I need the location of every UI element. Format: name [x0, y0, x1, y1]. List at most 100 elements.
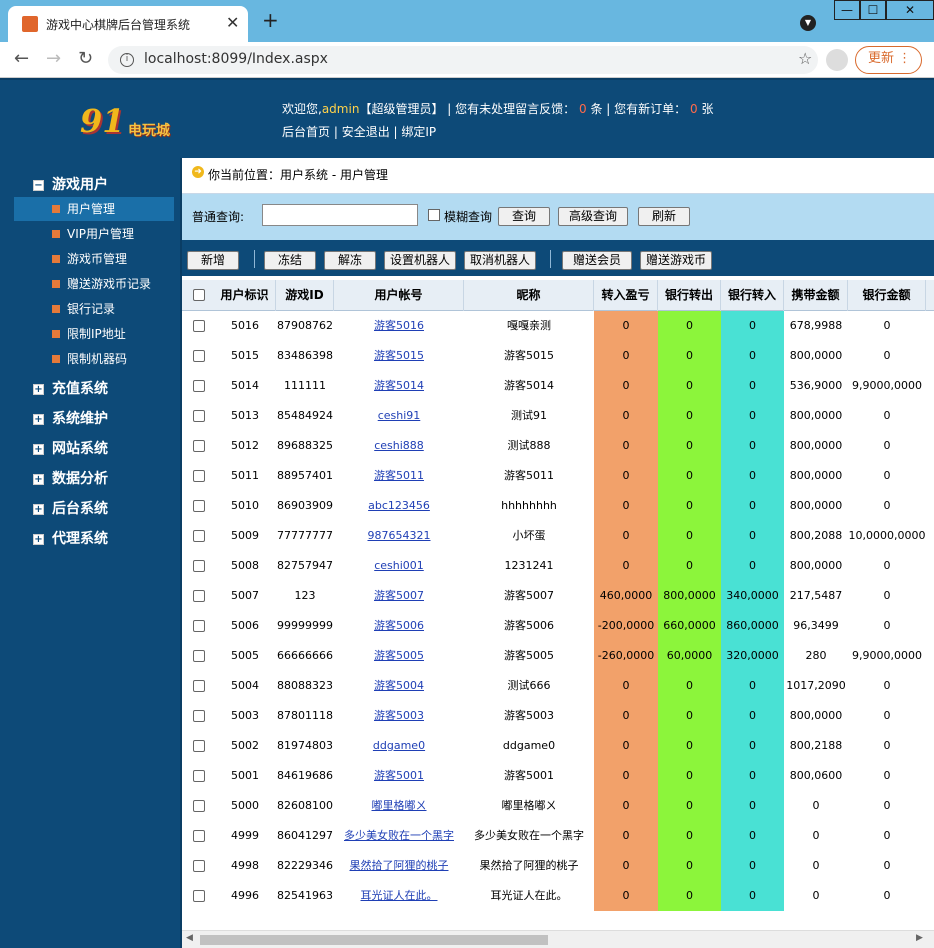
gift-coins-button[interactable]: 赠送游戏币 — [640, 251, 712, 270]
sidebar-item-machine-limits[interactable]: 限制机器码 — [14, 347, 174, 371]
orders-count[interactable]: 0 — [690, 102, 698, 116]
table-row[interactable]: 5004 88088323 游客5004 测试666 0 0 0 1017,2090 0 — [182, 671, 934, 701]
row-checkbox[interactable] — [193, 440, 205, 452]
cell-account[interactable]: ceshi91 — [334, 401, 464, 431]
row-checkbox[interactable] — [193, 410, 205, 422]
scroll-right-icon[interactable]: ▶ — [916, 933, 923, 943]
table-row[interactable]: 5016 87908762 游客5016 嘎嘎亲测 0 0 0 678,9988 0 — [182, 311, 934, 341]
row-checkbox[interactable] — [193, 380, 205, 392]
row-checkbox[interactable] — [193, 710, 205, 722]
table-row[interactable]: 5002 81974803 ddgame0 ddgame0 0 0 0 800,2188 0 — [182, 731, 934, 761]
url-field[interactable]: i localhost:8099/Index.aspx ☆ — [108, 46, 818, 74]
sidebar-item-user-management[interactable]: 用户管理 — [14, 197, 174, 221]
cell-account[interactable]: abc123456 — [334, 491, 464, 521]
table-row[interactable]: 5008 82757947 ceshi001 1231241 0 0 0 800,0000 0 — [182, 551, 934, 581]
browser-tab[interactable]: 游戏中心棋牌后台管理系统 ✕ — [8, 6, 248, 42]
col-game-id[interactable]: 游戏ID — [276, 280, 334, 311]
sidebar-item-vip-users[interactable]: VIP用户管理 — [14, 222, 174, 246]
maximize-button[interactable]: ☐ — [860, 0, 886, 20]
feedback-count[interactable]: 0 — [579, 102, 587, 116]
cell-account[interactable]: ceshi888 — [334, 431, 464, 461]
row-checkbox[interactable] — [193, 500, 205, 512]
row-checkbox[interactable] — [193, 350, 205, 362]
close-window-button[interactable]: ✕ — [886, 0, 934, 20]
col-bank-in[interactable]: 银行转入 — [721, 280, 784, 311]
col-account[interactable]: 用户帐号 — [334, 280, 464, 311]
bind-ip-link[interactable]: 绑定IP — [401, 125, 436, 139]
set-robot-button[interactable]: 设置机器人 — [384, 251, 456, 270]
cell-account[interactable]: 果然拾了阿狸的桃子 — [334, 851, 464, 881]
minimize-button[interactable]: — — [834, 0, 860, 20]
cell-account[interactable]: ceshi001 — [334, 551, 464, 581]
table-row[interactable]: 4998 82229346 果然拾了阿狸的桃子 果然拾了阿狸的桃子 0 0 0 0 0 — [182, 851, 934, 881]
row-checkbox[interactable] — [193, 830, 205, 842]
sidebar-item-gift-records[interactable]: 赠送游戏币记录 — [14, 272, 174, 296]
cell-account[interactable]: 游客5006 — [334, 611, 464, 641]
row-checkbox[interactable] — [193, 800, 205, 812]
url-text[interactable]: localhost:8099/Index.aspx — [144, 51, 328, 67]
col-user-id[interactable]: 用户标识 — [214, 280, 276, 311]
sidebar-item-bank-records[interactable]: 银行记录 — [14, 297, 174, 321]
sidebar-item-coins[interactable]: 游戏币管理 — [14, 247, 174, 271]
cell-account[interactable]: 游客5004 — [334, 671, 464, 701]
cell-account[interactable]: 游客5014 — [334, 371, 464, 401]
sidebar-group-recharge[interactable]: + 充值系统 — [33, 378, 108, 398]
col-nickname[interactable]: 昵称 — [464, 280, 594, 311]
sidebar-group-game-users[interactable]: − 游戏用户 — [33, 174, 108, 194]
unfreeze-button[interactable]: 解冻 — [324, 251, 376, 270]
info-icon[interactable]: i — [120, 53, 134, 67]
table-row[interactable]: 5003 87801118 游客5003 游客5003 0 0 0 800,0000 0 — [182, 701, 934, 731]
bookmark-star-icon[interactable]: ☆ — [798, 49, 812, 68]
add-button[interactable]: 新增 — [187, 251, 239, 270]
col-carry-amount[interactable]: 携带金额 — [784, 280, 848, 311]
logout-link[interactable]: 安全退出 — [342, 125, 390, 139]
row-checkbox[interactable] — [193, 650, 205, 662]
scroll-left-icon[interactable]: ◀ — [186, 933, 193, 943]
advanced-query-button[interactable]: 高级查询 — [558, 207, 628, 226]
cell-account[interactable]: 游客5001 — [334, 761, 464, 791]
home-link[interactable]: 后台首页 — [282, 125, 330, 139]
cell-account[interactable]: ddgame0 — [334, 731, 464, 761]
profile-avatar[interactable] — [826, 49, 848, 71]
row-checkbox[interactable] — [193, 320, 205, 332]
sidebar-group-maintenance[interactable]: + 系统维护 — [33, 408, 108, 428]
row-checkbox[interactable] — [193, 530, 205, 542]
table-row[interactable]: 5005 66666666 游客5005 游客5005 -260,0000 60,0000… — [182, 641, 934, 671]
update-button[interactable]: 更新 ⋮ — [855, 46, 922, 74]
cell-account[interactable]: 游客5007 — [334, 581, 464, 611]
table-row[interactable]: 5000 82608100 嘟里格嘟ㄨ 嘟里格嘟ㄨ 0 0 0 0 0 — [182, 791, 934, 821]
new-tab-button[interactable]: + — [262, 10, 279, 30]
sidebar-group-website[interactable]: + 网站系统 — [33, 438, 108, 458]
row-checkbox[interactable] — [193, 680, 205, 692]
table-row[interactable]: 5014 111111 游客5014 游客5014 0 0 0 536,9000 9,9000,… — [182, 371, 934, 401]
forward-icon[interactable]: → — [46, 50, 61, 68]
col-transfer-in[interactable]: 转入盈亏 — [594, 280, 658, 311]
col-bank-out[interactable]: 银行转出 — [658, 280, 721, 311]
table-row[interactable]: 4999 86041297 多少美女败在一个黑字 多少美女败在一个黑字 0 0 0 0 0 — [182, 821, 934, 851]
refresh-button[interactable]: 刷新 — [638, 207, 690, 226]
freeze-button[interactable]: 冻结 — [264, 251, 316, 270]
back-icon[interactable]: ← — [14, 50, 29, 68]
cell-account[interactable]: 游客5015 — [334, 341, 464, 371]
table-row[interactable]: 5010 86903909 abc123456 hhhhhhhh 0 0 0 800,0000… — [182, 491, 934, 521]
sidebar-item-ip-limits[interactable]: 限制IP地址 — [14, 322, 174, 346]
table-row[interactable]: 5011 88957401 游客5011 游客5011 0 0 0 800,0000 0 — [182, 461, 934, 491]
table-row[interactable]: 5012 89688325 ceshi888 测试888 0 0 0 800,0000 0 — [182, 431, 934, 461]
cell-account[interactable]: 多少美女败在一个黑字 — [334, 821, 464, 851]
table-row[interactable]: 4996 82541963 耳光证人在此。 耳光证人在此。 0 0 0 0 0 — [182, 881, 934, 911]
tab-search-icon[interactable]: ▼ — [800, 15, 816, 31]
sidebar-group-analytics[interactable]: + 数据分析 — [33, 468, 108, 488]
cell-account[interactable]: 987654321 — [334, 521, 464, 551]
row-checkbox[interactable] — [193, 620, 205, 632]
cancel-robot-button[interactable]: 取消机器人 — [464, 251, 536, 270]
row-checkbox[interactable] — [193, 860, 205, 872]
select-all-checkbox[interactable] — [193, 289, 205, 301]
row-checkbox[interactable] — [193, 470, 205, 482]
gift-member-button[interactable]: 赠送会员 — [562, 251, 632, 270]
cell-account[interactable]: 游客5011 — [334, 461, 464, 491]
horizontal-scrollbar[interactable]: ◀ ▶ — [182, 930, 934, 948]
cell-account[interactable]: 耳光证人在此。 — [334, 881, 464, 911]
row-checkbox[interactable] — [193, 560, 205, 572]
row-checkbox[interactable] — [193, 770, 205, 782]
table-row[interactable]: 5006 99999999 游客5006 游客5006 -200,0000 660,000… — [182, 611, 934, 641]
